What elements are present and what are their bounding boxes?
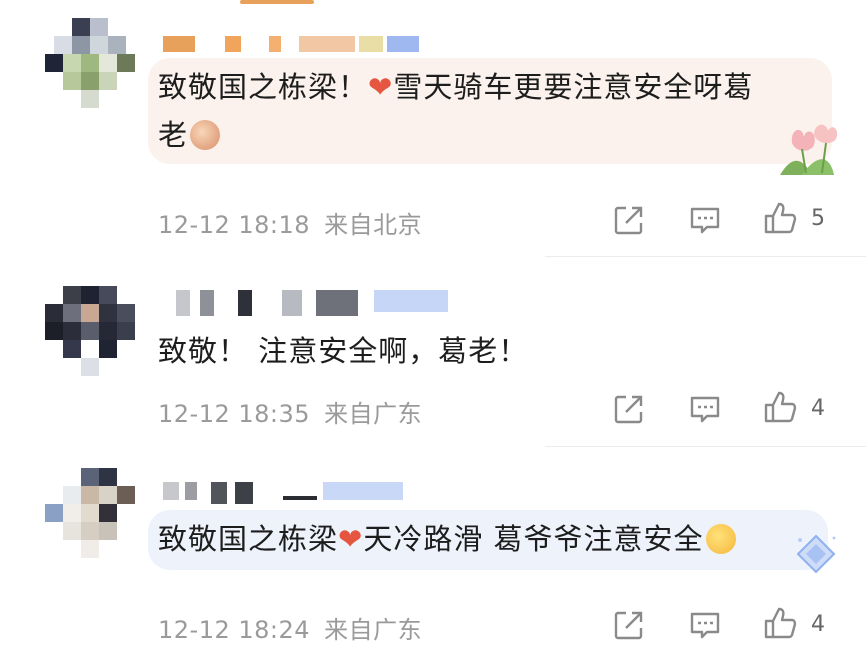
comment-item: 致敬国之栋梁❤天冷路滑 葛爷爷注意安全 12-12 18:24 来自广东 4	[0, 446, 866, 651]
reply-button[interactable]	[688, 203, 722, 237]
comment-time: 12-12 18:18	[158, 211, 311, 239]
comment-text: 致敬国之栋梁！❤雪天骑车更要注意安全呀葛	[158, 70, 754, 104]
like-count: 5	[811, 206, 825, 231]
tulip-decoration-icon	[780, 124, 838, 175]
comment-meta: 12-12 18:18 来自北京	[158, 205, 422, 240]
avatar[interactable]	[45, 468, 135, 558]
avatar[interactable]	[45, 286, 135, 376]
like-count: 4	[811, 612, 825, 637]
share-icon	[614, 206, 643, 235]
comment-icon	[690, 396, 720, 423]
share-button[interactable]	[612, 203, 646, 237]
like-button[interactable]	[763, 606, 797, 640]
heart-icon: ❤	[338, 522, 364, 556]
diamond-decoration-icon	[796, 534, 836, 574]
like-button[interactable]	[763, 390, 797, 424]
sticker-icon	[190, 120, 221, 150]
comment-time: 12-12 18:35	[158, 400, 311, 428]
thumbs-up-icon	[764, 391, 797, 423]
thumbs-up-icon	[764, 202, 797, 234]
username-blurred[interactable]	[163, 36, 423, 52]
comment-text: 致敬国之栋梁❤天冷路滑 葛爷爷注意安全	[158, 518, 736, 561]
comment-time: 12-12 18:24	[158, 616, 311, 644]
comment-item: 致敬国之栋梁！❤雪天骑车更要注意安全呀葛 老 12-12 18:18 来自北京 …	[0, 0, 866, 256]
comment-text-line2: 老	[158, 114, 221, 157]
comment-icon	[690, 612, 720, 639]
comment-location: 来自广东	[324, 616, 423, 644]
comment-meta: 12-12 18:35 来自广东	[158, 394, 422, 429]
heart-icon: ❤	[368, 70, 394, 104]
comment-item: 致敬！ 注意安全啊，葛老！ 12-12 18:35 来自广东 4	[0, 256, 866, 446]
comment-text: 致敬！ 注意安全啊，葛老！	[158, 334, 529, 368]
like-count: 4	[811, 396, 825, 421]
username-blurred[interactable]	[176, 290, 456, 316]
comment-location: 来自北京	[324, 211, 423, 239]
thumbs-up-icon	[764, 607, 797, 639]
comment-icon	[690, 207, 720, 234]
reply-button[interactable]	[688, 392, 722, 426]
share-button[interactable]	[612, 392, 646, 426]
username-blurred[interactable]	[163, 482, 413, 504]
comment-meta: 12-12 18:24 来自广东	[158, 610, 422, 645]
share-icon	[614, 611, 643, 640]
avatar[interactable]	[45, 18, 135, 108]
comment-location: 来自广东	[324, 400, 423, 428]
share-icon	[614, 395, 643, 424]
smiling-emoji-icon	[705, 524, 736, 554]
like-button[interactable]	[763, 201, 797, 235]
reply-button[interactable]	[688, 608, 722, 642]
share-button[interactable]	[612, 608, 646, 642]
